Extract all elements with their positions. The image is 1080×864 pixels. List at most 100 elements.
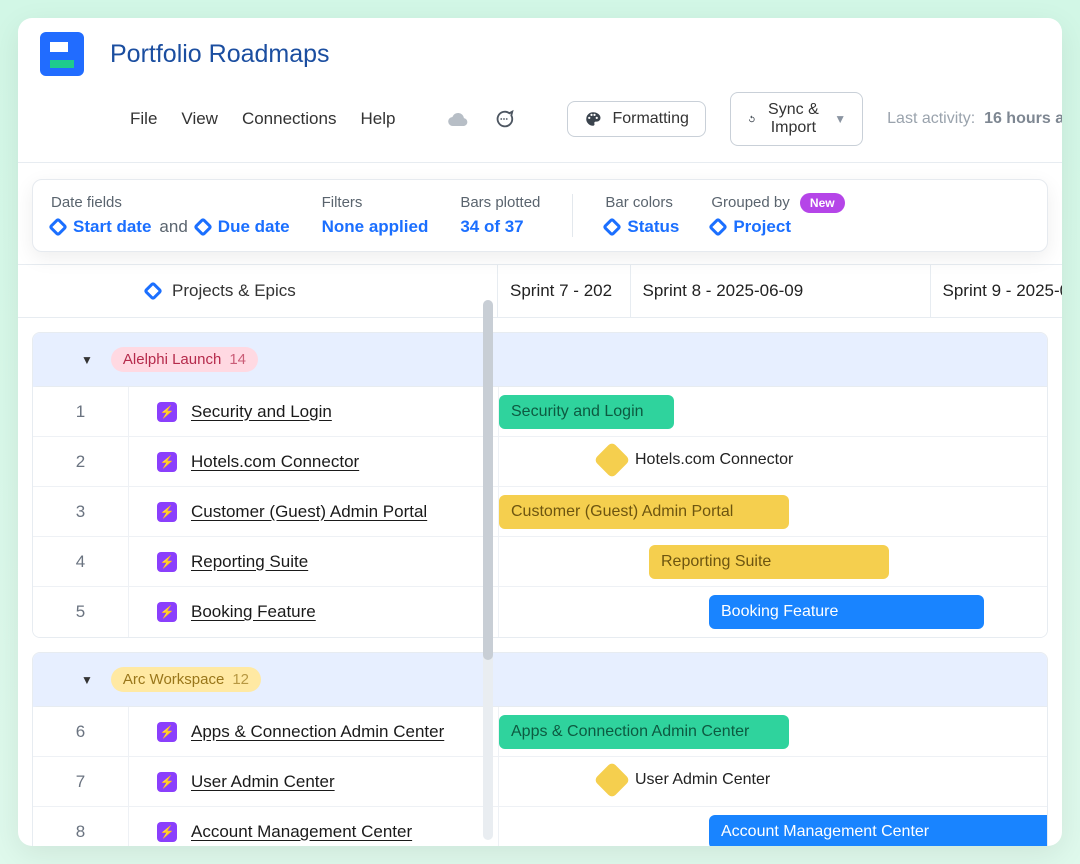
colors-label: Bar colors <box>605 194 679 211</box>
task-link[interactable]: Apps & Connection Admin Center <box>191 722 444 742</box>
task-cell: ⚡ User Admin Center <box>129 757 499 806</box>
task-link[interactable]: Account Management Center <box>191 822 412 842</box>
timeline-cell[interactable]: Customer (Guest) Admin Portal <box>499 487 1047 536</box>
colors-value: Status <box>627 217 679 237</box>
menu-connections[interactable]: Connections <box>242 109 337 129</box>
menu-help[interactable]: Help <box>360 109 395 129</box>
formatting-button[interactable]: Formatting <box>567 101 705 137</box>
row-number: 7 <box>33 757 129 806</box>
row-number: 2 <box>33 437 129 486</box>
projects-epics-header[interactable]: Projects & Epics <box>18 265 498 317</box>
table-row: 7 ⚡ User Admin Center User Admin Center <box>33 757 1047 807</box>
group-chip[interactable]: Alelphi Launch14 <box>111 347 258 372</box>
task-cell: ⚡ Account Management Center <box>129 807 499 846</box>
due-date-value: Due date <box>218 217 290 237</box>
sprint-header-7[interactable]: Sprint 7 - 202 <box>498 265 631 317</box>
gantt-bar[interactable]: Apps & Connection Admin Center <box>499 715 789 749</box>
bars-value: 34 of 37 <box>460 217 523 237</box>
menu-view[interactable]: View <box>181 109 218 129</box>
page-title: Portfolio Roadmaps <box>110 40 330 69</box>
gantt-bar[interactable]: Account Management Center <box>709 815 1048 846</box>
gantt-bar[interactable]: Security and Login <box>499 395 674 429</box>
roadmap-body: ▼Alelphi Launch141⚡Security and LoginSec… <box>18 332 1062 846</box>
task-link[interactable]: Reporting Suite <box>191 552 308 572</box>
collapse-caret-icon[interactable]: ▼ <box>81 673 93 687</box>
row-number: 3 <box>33 487 129 536</box>
chat-icon[interactable] <box>493 108 515 130</box>
group-count: 12 <box>232 671 249 688</box>
epic-icon: ⚡ <box>157 502 177 522</box>
formatting-label: Formatting <box>612 110 688 128</box>
task-link[interactable]: Booking Feature <box>191 602 316 622</box>
date-fields-label: Date fields <box>51 194 290 211</box>
milestone-label: Hotels.com Connector <box>635 451 793 469</box>
last-activity: Last activity: 16 hours a <box>887 110 1062 128</box>
task-cell: ⚡Reporting Suite <box>129 537 499 586</box>
group-name: Alelphi Launch <box>123 351 221 368</box>
sync-import-label: Sync & Import <box>767 101 821 137</box>
filter-separator <box>572 194 573 237</box>
epic-icon: ⚡ <box>157 772 177 792</box>
sprint-header-9[interactable]: Sprint 9 - 2025-06- <box>931 265 1063 317</box>
task-link[interactable]: Security and Login <box>191 402 332 422</box>
filter-bars-plotted[interactable]: Bars plotted 34 of 37 <box>460 194 540 237</box>
task-cell: ⚡Hotels.com Connector <box>129 437 499 486</box>
group-panel: ▼Arc Workspace126⚡Apps & Connection Admi… <box>32 652 1048 846</box>
filters-label: Filters <box>322 194 429 211</box>
filter-date-fields[interactable]: Date fields Start date and Due date <box>51 194 290 237</box>
row-number: 4 <box>33 537 129 586</box>
table-row: 6⚡Apps & Connection Admin CenterApps & C… <box>33 707 1047 757</box>
timeline-cell[interactable]: Booking Feature <box>499 587 1047 637</box>
last-activity-label: Last activity: <box>887 110 975 127</box>
epic-icon: ⚡ <box>157 722 177 742</box>
timeline-cell[interactable]: Reporting Suite <box>499 537 1047 586</box>
timeline-cell[interactable]: User Admin Center <box>499 757 1047 806</box>
vertical-scrollbar[interactable] <box>483 300 493 840</box>
gantt-bar[interactable]: Reporting Suite <box>649 545 889 579</box>
table-row: 8⚡Account Management CenterAccount Manag… <box>33 807 1047 846</box>
refresh-icon <box>747 110 757 128</box>
diamond-icon <box>48 217 68 237</box>
milestone[interactable]: User Admin Center <box>599 767 770 793</box>
task-cell: ⚡ Customer (Guest) Admin Portal <box>129 487 499 536</box>
table-row: 3 ⚡ Customer (Guest) Admin Portal Customer … <box>33 487 1047 537</box>
gantt-bar[interactable]: Customer (Guest) Admin Portal <box>499 495 789 529</box>
task-link[interactable]: User Admin Center <box>191 772 335 792</box>
scrollbar-thumb[interactable] <box>483 300 493 660</box>
filters-value: None applied <box>322 217 429 237</box>
task-link[interactable]: Customer (Guest) Admin Portal <box>191 502 427 522</box>
milestone[interactable]: Hotels.com Connector <box>599 447 793 473</box>
filter-grouped-by[interactable]: Grouped by New Project <box>711 194 844 237</box>
collapse-caret-icon[interactable]: ▼ <box>81 353 93 367</box>
diamond-icon <box>602 217 622 237</box>
task-cell: ⚡ Apps & Connection Admin Center <box>129 707 499 756</box>
group-header[interactable]: ▼ Arc Workspace12 <box>33 653 1047 707</box>
epic-icon: ⚡ <box>157 402 177 422</box>
timeline-cell[interactable]: Account Management Center <box>499 807 1047 846</box>
palette-icon <box>584 110 602 128</box>
filter-bar-colors[interactable]: Bar colors Status <box>605 194 679 237</box>
and-label: and <box>159 217 187 237</box>
table-row: 5⚡Booking FeatureBooking Feature <box>33 587 1047 637</box>
timeline-cell[interactable]: Hotels.com Connector <box>499 437 1047 486</box>
chevron-down-icon: ▼ <box>834 112 846 126</box>
menubar: File View Connections Help Formatting Sy… <box>18 76 1062 163</box>
milestone-diamond-icon <box>594 442 631 479</box>
cloud-icon[interactable] <box>447 108 469 130</box>
app-window: Portfolio Roadmaps File View Connections… <box>18 18 1062 846</box>
gantt-bar[interactable]: Booking Feature <box>709 595 984 629</box>
sprint-header-8[interactable]: Sprint 8 - 2025-06-09 <box>631 265 931 317</box>
epic-icon: ⚡ <box>157 822 177 842</box>
timeline-cell[interactable]: Apps & Connection Admin Center <box>499 707 1047 756</box>
task-cell: ⚡ Security and Login <box>129 387 499 436</box>
row-number: 5 <box>33 587 129 637</box>
menu-file[interactable]: File <box>130 109 157 129</box>
group-header[interactable]: ▼ Alelphi Launch14 <box>33 333 1047 387</box>
sync-import-button[interactable]: Sync & Import ▼ <box>730 92 863 146</box>
timeline-cell[interactable]: Security and Login <box>499 387 1047 436</box>
filter-filters[interactable]: Filters None applied <box>322 194 429 237</box>
app-logo-icon <box>40 32 84 76</box>
bars-label: Bars plotted <box>460 194 540 211</box>
group-chip[interactable]: Arc Workspace12 <box>111 667 261 692</box>
task-link[interactable]: Hotels.com Connector <box>191 452 359 472</box>
